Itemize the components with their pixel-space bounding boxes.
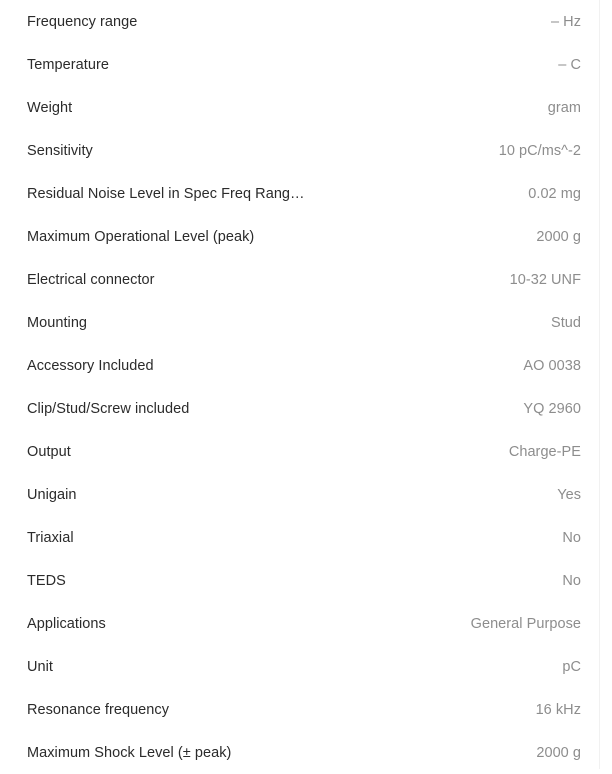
spec-row-value: 10 pC/ms^-2 bbox=[498, 142, 581, 159]
spec-row-value: 2000 g bbox=[536, 744, 581, 761]
spec-row: Clip/Stud/Screw included YQ 2960 bbox=[0, 387, 600, 430]
spec-row-value: Yes bbox=[557, 486, 581, 503]
specification-sheet: Frequency range – Hz Temperature – C Weight g… bbox=[0, 0, 612, 769]
spec-row-value: AO 0038 bbox=[523, 357, 581, 374]
spec-row-label: Temperature bbox=[27, 56, 109, 73]
spec-row: Accessory Included AO 0038 bbox=[0, 344, 600, 387]
spec-row-value: Stud bbox=[550, 314, 581, 331]
spec-row: Mounting Stud bbox=[0, 301, 600, 344]
spec-row-label: Maximum Shock Level (± peak) bbox=[27, 744, 232, 761]
spec-row-label: Resonance frequency bbox=[27, 701, 170, 718]
spec-row-value: General Purpose bbox=[470, 615, 581, 632]
spec-row: Output Charge-PE bbox=[0, 430, 600, 473]
spec-row: Triaxial No bbox=[0, 516, 600, 559]
spec-row-value: gram bbox=[547, 99, 581, 116]
spec-row-value: Charge-PE bbox=[508, 443, 581, 460]
spec-row-label: Clip/Stud/Screw included bbox=[27, 400, 190, 417]
spec-row: Temperature – C bbox=[0, 43, 600, 86]
spec-row-value: No bbox=[562, 572, 581, 589]
spec-row: Weight gram bbox=[0, 86, 600, 129]
spec-row-value: 16 kHz bbox=[535, 701, 581, 718]
spec-row: Resonance frequency 16 kHz bbox=[0, 688, 600, 731]
spec-row-label: Maximum Operational Level (peak) bbox=[27, 228, 255, 245]
spec-row: Unigain Yes bbox=[0, 473, 600, 516]
spec-row-label: Residual Noise Level in Spec Freq Rang… bbox=[27, 185, 305, 202]
spec-row: Frequency range – Hz bbox=[0, 0, 600, 43]
spec-row-value: 10-32 UNF bbox=[509, 271, 581, 288]
spec-row-label: Mounting bbox=[27, 314, 88, 331]
spec-row-value: pC bbox=[562, 658, 581, 675]
spec-row: Maximum Operational Level (peak) 2000 g bbox=[0, 215, 600, 258]
spec-row-label: Unit bbox=[27, 658, 53, 675]
spec-row: Applications General Purpose bbox=[0, 602, 600, 645]
spec-row-label: Accessory Included bbox=[27, 357, 154, 374]
spec-row-label: Electrical connector bbox=[27, 271, 155, 288]
spec-row-value: – Hz bbox=[550, 13, 581, 30]
spec-row: TEDS No bbox=[0, 559, 600, 602]
spec-row-label: TEDS bbox=[27, 572, 66, 589]
spec-row-value: – C bbox=[558, 56, 581, 73]
spec-row: Maximum Shock Level (± peak) 2000 g bbox=[0, 731, 600, 774]
spec-row-label: Triaxial bbox=[27, 529, 74, 546]
spec-row: Sensitivity 10 pC/ms^-2 bbox=[0, 129, 600, 172]
spec-row-label: Sensitivity bbox=[27, 142, 93, 159]
spec-row-label: Unigain bbox=[27, 486, 77, 503]
spec-row-value: 2000 g bbox=[536, 228, 581, 245]
spec-row-label: Applications bbox=[27, 615, 106, 632]
spec-row: Unit pC bbox=[0, 645, 600, 688]
spec-row-label: Frequency range bbox=[27, 13, 138, 30]
specification-list: Frequency range – Hz Temperature – C Weight g… bbox=[0, 0, 600, 774]
spec-row-value: 0.02 mg bbox=[528, 185, 581, 202]
spec-row-value: YQ 2960 bbox=[523, 400, 581, 417]
spec-row: Residual Noise Level in Spec Freq Rang… 0… bbox=[0, 172, 600, 215]
spec-row-value: No bbox=[562, 529, 581, 546]
spec-row-label: Weight bbox=[27, 99, 73, 116]
spec-row-label: Output bbox=[27, 443, 71, 460]
spec-row: Electrical connector 10-32 UNF bbox=[0, 258, 600, 301]
